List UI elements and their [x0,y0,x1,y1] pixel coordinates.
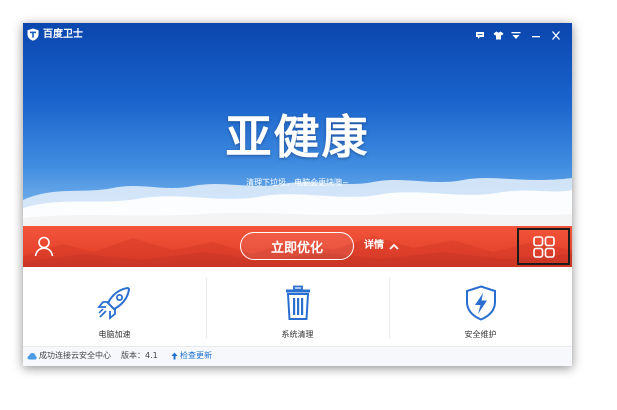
feedback-icon[interactable] [474,29,486,41]
cloud-icon [27,353,37,360]
close-icon[interactable] [550,29,562,41]
rocket-icon [96,286,130,320]
health-status-subtitle: 清理下垃圾，电脑会更快噢~ [246,178,349,187]
check-update-label: 检查更新 [180,351,212,360]
minimize-icon[interactable] [530,29,542,41]
cloud-connection-status: 成功连接云安全中心 [39,351,111,360]
title-bar: 百度卫士 [23,23,572,47]
app-title: 百度卫士 [43,29,83,40]
tool-security[interactable]: 安全维护 [389,267,572,346]
chevron-up-icon [389,243,399,250]
action-bar: 立即优化 详情 [23,226,572,267]
hero-banner: 百度卫士 亚健康 清理下垃圾，电脑会更快噢~ [23,23,572,226]
check-update-link[interactable]: 检查更新 [171,347,212,365]
version-label: 版本：4.1 [121,351,158,360]
shield-icon [465,285,496,321]
details-toggle[interactable]: 详情 [364,239,399,253]
tool-label: 电脑加速 [98,330,131,339]
skin-icon[interactable] [492,29,504,41]
tool-speed-up[interactable]: 电脑加速 [23,267,206,346]
tool-label: 系统清理 [281,330,314,339]
status-bar: 成功连接云安全中心 版本：4.1 检查更新 [23,346,572,366]
tool-label: 安全维护 [464,330,497,339]
grid-icon [532,235,555,258]
stage: 百度卫士 亚健康 清理下垃圾，电脑会更快噢~ 立即优化 详情 电脑加速 系统清理… [0,0,617,410]
arrow-up-icon [171,352,178,360]
optimize-now-button[interactable]: 立即优化 [240,232,354,260]
apps-grid-button[interactable] [517,228,570,265]
details-label: 详情 [364,240,384,251]
tools-panel: 电脑加速 系统清理 安全维护 [23,267,572,346]
trash-icon [285,285,310,320]
user-account-icon[interactable] [33,235,55,257]
tool-system-clean[interactable]: 系统清理 [206,267,389,346]
shield-logo-icon [27,28,39,41]
health-status-headline: 亚健康 [225,110,370,164]
clouds-decoration [23,178,572,226]
app-window: 百度卫士 亚健康 清理下垃圾，电脑会更快噢~ 立即优化 详情 电脑加速 系统清理… [23,23,572,366]
menu-icon[interactable] [510,29,522,41]
